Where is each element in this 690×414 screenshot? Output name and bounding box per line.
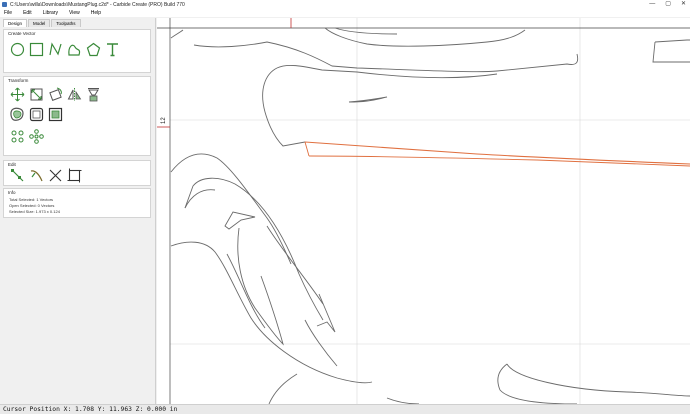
menu-help[interactable]: Help	[91, 10, 101, 16]
title-bar: C:\Users\willa\Downloads\MustangPlug.c2d…	[0, 0, 690, 9]
vector-shapes[interactable]	[170, 27, 690, 404]
circle-tool-icon[interactable]	[10, 42, 25, 57]
info-group: Info Total Selected: 1 Vectors Open Sele…	[3, 188, 151, 218]
boolean-icon[interactable]	[67, 168, 82, 183]
carbide-create-window: C:\Users\willa\Downloads\MustangPlug.c2d…	[0, 0, 690, 414]
menu-edit[interactable]: Edit	[23, 10, 32, 16]
ruler-left	[157, 18, 690, 404]
status-bar: Cursor Position X: 1.708 Y: 11.963 Z: 0.…	[0, 404, 690, 414]
window-controls: — ▢ ✕	[649, 1, 686, 7]
selected-vector[interactable]	[304, 141, 690, 167]
scale-icon[interactable]	[29, 87, 44, 102]
trim-icon[interactable]	[29, 168, 44, 183]
create-vector-header: Create Vector	[8, 31, 36, 36]
rotate-icon[interactable]	[48, 87, 63, 102]
array-icon[interactable]	[10, 129, 25, 144]
window-title: C:\Users\willa\Downloads\MustangPlug.c2d…	[10, 1, 185, 8]
polyline-tool-icon[interactable]	[48, 42, 63, 57]
move-icon[interactable]	[10, 87, 25, 102]
text-tool-icon[interactable]	[105, 42, 120, 57]
info-open-selected: Open Selected: 0 Vectors	[9, 203, 55, 208]
info-header: Info	[8, 190, 16, 195]
curve-tool-icon[interactable]	[67, 42, 82, 57]
tab-design[interactable]: Design	[3, 19, 28, 27]
align-icon[interactable]	[86, 87, 101, 102]
menu-library[interactable]: Library	[43, 10, 58, 16]
group-icon[interactable]	[29, 107, 44, 122]
edit-header: Edit	[8, 162, 16, 167]
transform-group: Transform	[3, 76, 151, 156]
tab-model[interactable]: Model	[28, 19, 51, 27]
info-total-selected: Total Selected: 1 Vectors	[9, 197, 54, 202]
info-selected-size: Selected Size: 1.973 x 0.124	[9, 209, 60, 214]
rectangle-tool-icon[interactable]	[29, 42, 44, 57]
menu-bar: File Edit Library View Help	[0, 9, 690, 17]
tab-toolpaths[interactable]: Toolpaths	[51, 19, 81, 27]
transform-header: Transform	[8, 78, 29, 83]
polygon-tool-icon[interactable]	[86, 42, 101, 57]
circular-array-icon[interactable]	[29, 129, 44, 144]
grid-lines	[170, 18, 690, 404]
close-button[interactable]: ✕	[681, 1, 686, 7]
mirror-icon[interactable]	[67, 87, 82, 102]
maximize-button[interactable]: ▢	[665, 1, 671, 7]
minimize-button[interactable]: —	[649, 1, 655, 7]
create-vector-group: Create Vector	[3, 29, 151, 73]
ungroup-icon[interactable]	[48, 107, 63, 122]
canvas-drawing[interactable]: 12	[157, 18, 690, 404]
edit-group: Edit	[3, 160, 151, 186]
offset-icon[interactable]	[10, 107, 25, 122]
menu-file[interactable]: File	[4, 10, 12, 16]
cut-icon[interactable]	[48, 168, 63, 183]
design-canvas[interactable]: 12	[157, 18, 690, 404]
app-icon	[2, 2, 7, 7]
cursor-position: Cursor Position X: 1.708 Y: 11.963 Z: 0.…	[3, 406, 178, 413]
menu-view[interactable]: View	[69, 10, 80, 16]
tab-bar: Design Model Toolpaths	[3, 19, 82, 27]
node-edit-icon[interactable]	[10, 168, 25, 183]
design-panel: Design Model Toolpaths Create Vector Tra…	[0, 18, 156, 404]
ruler-label: 12	[161, 117, 167, 124]
